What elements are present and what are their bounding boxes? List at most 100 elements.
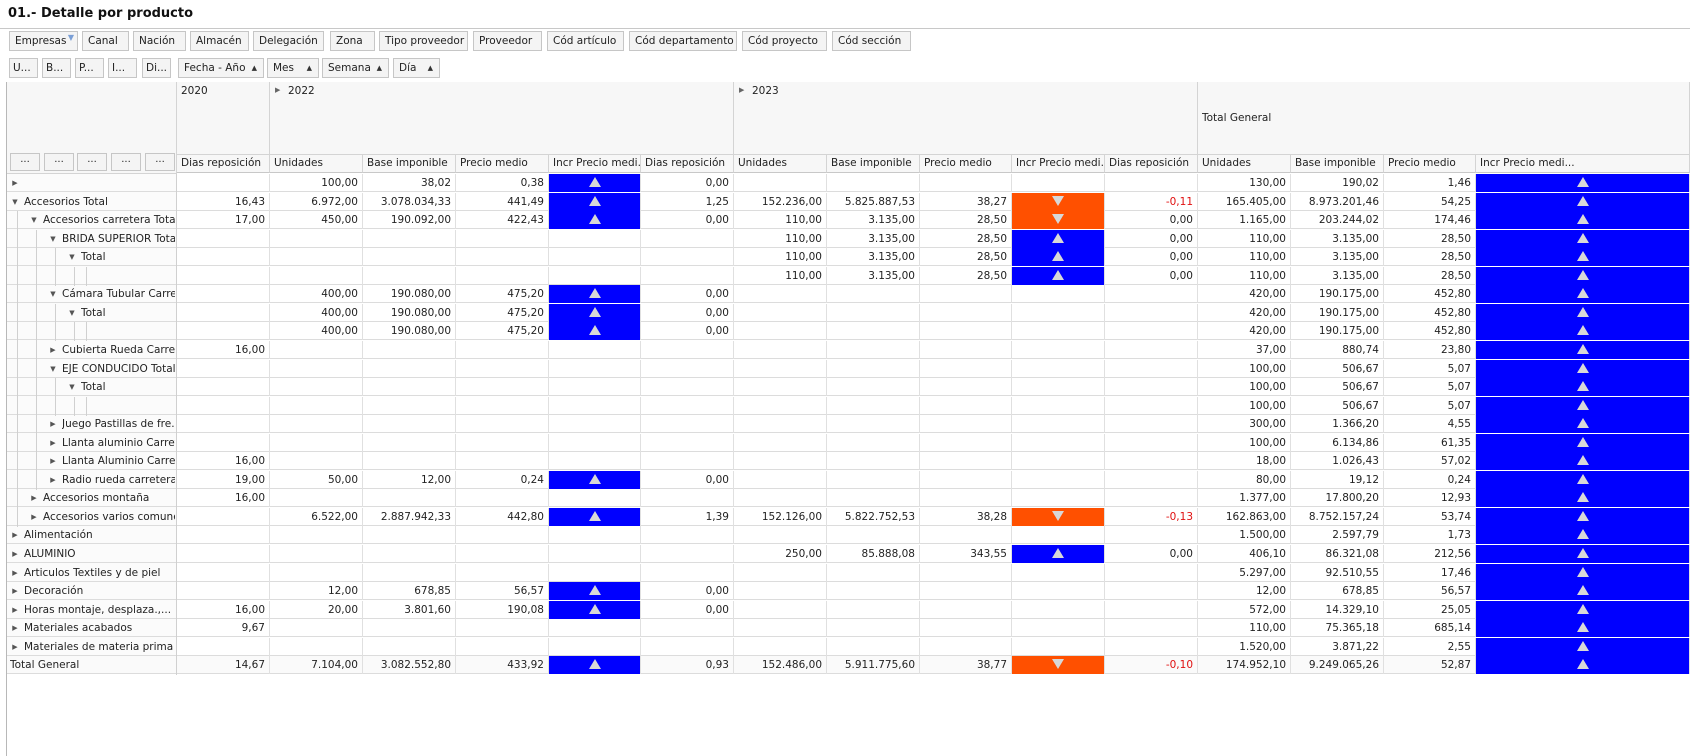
column-header-incr-precio-medi[interactable]: Incr Precio medi... <box>549 155 641 173</box>
row-field-button[interactable]: Di... <box>142 58 171 78</box>
expand-chevron-icon[interactable]: ▶ <box>10 174 20 192</box>
expand-chevron-icon[interactable]: ▶ <box>48 471 58 489</box>
filter-cod-seccion-button[interactable]: Cód sección <box>832 31 911 51</box>
expand-chevron-icon[interactable]: ▶ <box>10 564 20 582</box>
filter-cod-proyecto-button[interactable]: Cód proyecto <box>742 31 827 51</box>
table-cell: 3.082.552,80 <box>363 656 456 674</box>
tree-guide-line <box>17 471 18 490</box>
row-header-menu-button[interactable]: ... <box>10 153 40 171</box>
collapse-chevron-icon[interactable]: ▼ <box>48 360 58 378</box>
table-cell: -0,11 <box>1105 193 1198 211</box>
expand-chevron-icon[interactable]: ▶ <box>10 526 20 544</box>
row-header-menu-button[interactable]: ... <box>111 153 141 171</box>
filter-cod-articulo-button[interactable]: Cód artículo <box>547 31 624 51</box>
row-header-menu-button[interactable]: ... <box>77 153 107 171</box>
table-row: ▶ Decoración 12,00 678,85 56,57 0,00 12,00 678,… <box>7 582 1690 601</box>
column-header-dias-reposicion[interactable]: Dias reposición <box>641 155 734 173</box>
row-field-button[interactable]: I... <box>108 58 137 78</box>
column-header-dias-reposicion[interactable]: Dias reposición <box>177 155 270 173</box>
row-field-button[interactable]: U... <box>9 58 38 78</box>
column-field-label: Fecha - Año <box>184 62 246 74</box>
filter-canal-button[interactable]: Canal <box>82 31 129 51</box>
column-header-unidades[interactable]: Unidades <box>734 155 827 173</box>
trend-indicator-cell <box>1476 285 1690 303</box>
collapse-chevron-icon[interactable]: ▼ <box>48 230 58 248</box>
table-cell: 400,00 <box>270 285 363 303</box>
table-cell <box>549 619 641 637</box>
column-field-dia-button[interactable]: Día ▲ <box>393 58 440 78</box>
table-cell: 343,55 <box>920 545 1012 563</box>
expand-chevron-icon[interactable]: ▶ <box>10 601 20 619</box>
table-cell <box>549 341 641 359</box>
collapse-chevron-icon[interactable]: ▼ <box>67 304 77 322</box>
table-cell: 0,00 <box>641 322 734 340</box>
expand-chevron-icon[interactable]: ▶ <box>29 489 39 507</box>
expand-chevron-icon[interactable]: ▶ <box>48 434 58 452</box>
collapse-chevron-icon[interactable]: ▼ <box>29 211 39 229</box>
arrow-up-icon <box>1576 491 1589 502</box>
table-cell <box>734 434 827 452</box>
table-cell: 110,00 <box>734 211 827 229</box>
table-cell <box>1105 174 1198 192</box>
filter-empresas-button[interactable]: Empresas ▼ <box>9 31 78 51</box>
column-header-unidades[interactable]: Unidades <box>1198 155 1291 173</box>
expand-chevron-icon[interactable]: ▶ <box>29 508 39 526</box>
collapse-chevron-icon[interactable]: ▼ <box>67 248 77 266</box>
column-header-dias-reposicion[interactable]: Dias reposición <box>1105 155 1198 173</box>
column-header-base-imponible[interactable]: Base imponible <box>1291 155 1384 173</box>
column-header-precio-medio[interactable]: Precio medio <box>920 155 1012 173</box>
expand-chevron-icon[interactable]: ▶ <box>739 86 744 94</box>
column-field-mes-button[interactable]: Mes ▲ <box>267 58 319 78</box>
filter-delegacion-button[interactable]: Delegación <box>253 31 324 51</box>
filter-tipo-proveedor-button[interactable]: Tipo proveedor <box>379 31 468 51</box>
filter-proveedor-button[interactable]: Proveedor <box>473 31 542 51</box>
arrow-up-icon <box>1576 324 1589 335</box>
column-header-incr-precio-medi[interactable]: Incr Precio medi... <box>1476 155 1690 173</box>
column-header-unidades[interactable]: Unidades <box>270 155 363 173</box>
expand-chevron-icon[interactable]: ▶ <box>10 638 20 656</box>
row-field-button[interactable]: B... <box>42 58 71 78</box>
table-cell <box>1012 582 1105 600</box>
column-header-base-imponible[interactable]: Base imponible <box>827 155 920 173</box>
year-header-total-general: Total General <box>1198 82 1690 155</box>
expand-chevron-icon[interactable]: ▶ <box>48 452 58 470</box>
table-cell: 9.249.065,26 <box>1291 656 1384 674</box>
filter-nacion-button[interactable]: Nación <box>133 31 186 51</box>
column-header-precio-medio[interactable]: Precio medio <box>1384 155 1476 173</box>
collapse-chevron-icon[interactable]: ▼ <box>67 378 77 396</box>
expand-chevron-icon[interactable]: ▶ <box>10 619 20 637</box>
column-field-fecha-ano-button[interactable]: Fecha - Año ▲ <box>178 58 264 78</box>
expand-chevron-icon[interactable]: ▶ <box>48 415 58 433</box>
table-cell <box>920 415 1012 433</box>
expand-chevron-icon[interactable]: ▶ <box>275 86 280 94</box>
filter-zona-button[interactable]: Zona <box>330 31 375 51</box>
tree-guide-line <box>55 267 56 286</box>
table-cell <box>827 434 920 452</box>
expand-chevron-icon[interactable]: ▶ <box>10 545 20 563</box>
arrow-up-icon <box>588 603 601 614</box>
column-header-base-imponible[interactable]: Base imponible <box>363 155 456 173</box>
filter-almacen-button[interactable]: Almacén <box>190 31 249 51</box>
expand-chevron-icon[interactable]: ▶ <box>48 341 58 359</box>
expand-chevron-icon[interactable]: ▶ <box>10 582 20 600</box>
row-header-menu-button[interactable]: ... <box>44 153 74 171</box>
row-header-menu-button[interactable]: ... <box>145 153 175 171</box>
row-field-button[interactable]: P... <box>75 58 104 78</box>
arrow-up-icon <box>1576 658 1589 669</box>
filter-cod-departamento-button[interactable]: Cód departamento <box>629 31 737 51</box>
table-cell <box>177 378 270 396</box>
table-row: ▶ Alimentación 1.500,00 2.597,79 1,73 <box>7 526 1690 545</box>
table-cell <box>920 452 1012 470</box>
grid-left-border <box>6 82 7 756</box>
column-header-precio-medio[interactable]: Precio medio <box>456 155 549 173</box>
table-cell: 5.825.887,53 <box>827 193 920 211</box>
table-cell <box>456 638 549 656</box>
collapse-chevron-icon[interactable]: ▼ <box>10 193 20 211</box>
column-header-incr-precio-medi[interactable]: Incr Precio medi... <box>1012 155 1105 173</box>
table-cell <box>363 248 456 266</box>
column-field-semana-button[interactable]: Semana ▲ <box>322 58 389 78</box>
arrow-up-icon <box>1576 195 1589 206</box>
collapse-chevron-icon[interactable]: ▼ <box>48 285 58 303</box>
table-cell: 1.026,43 <box>1291 452 1384 470</box>
tree-guide-line <box>55 378 56 397</box>
